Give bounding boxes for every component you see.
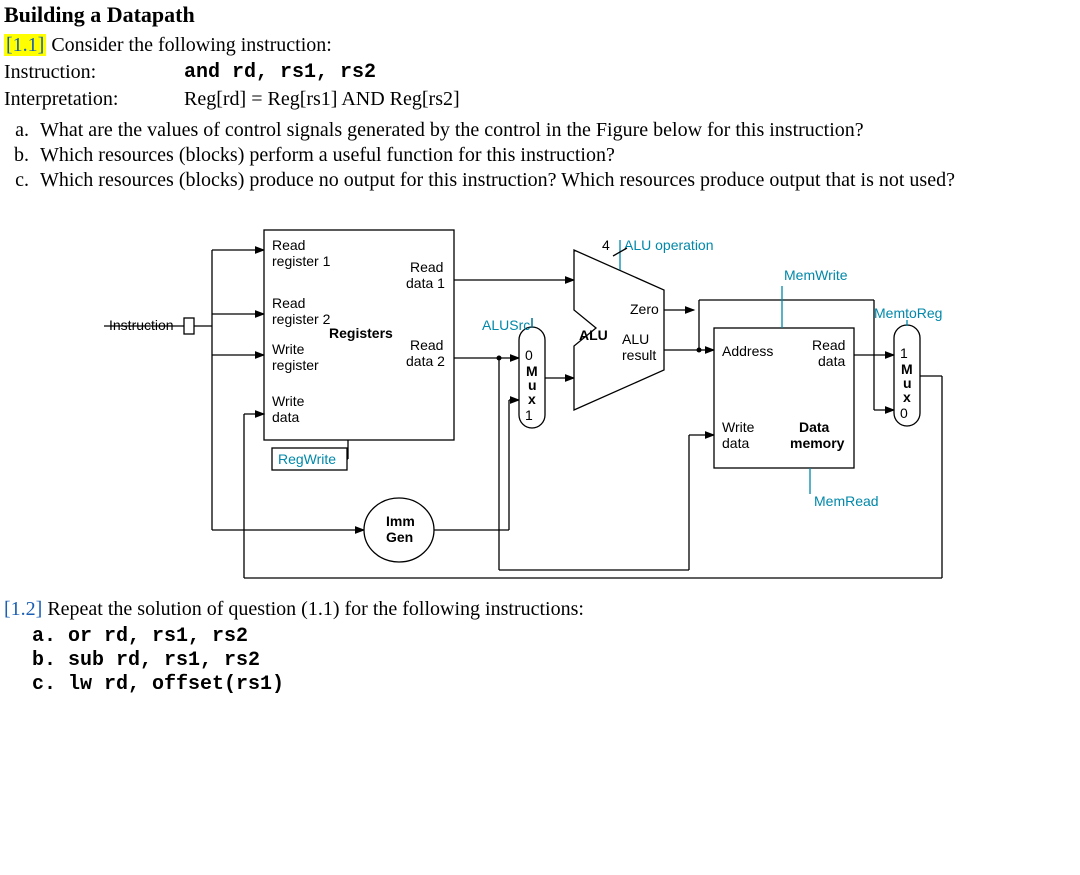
alu-zero-label: Zero (630, 301, 659, 317)
reg-read-data1-a: Read (410, 259, 443, 275)
instruction-code: and rd, rs1, rs2 (184, 61, 376, 84)
reg-write-reg-a: Write (272, 341, 305, 357)
instruction-label: Instruction: (4, 61, 184, 84)
qnum-1-1: [1.1] (4, 34, 46, 56)
interpretation-row: Interpretation: Reg[rd] = Reg[rs1] AND R… (4, 88, 1076, 111)
mux2-in1: 1 (900, 345, 908, 361)
q1-a: What are the values of control signals g… (34, 119, 1076, 142)
register-file-title: Registers (329, 325, 393, 341)
qnum-1-2: [1.2] (4, 598, 42, 620)
q1-c: Which resources (blocks) produce no outp… (34, 169, 1076, 192)
mem-write-data-1: Write (722, 419, 755, 435)
question-1-2: [1.2] Repeat the solution of question (1… (4, 598, 1076, 621)
imm-gen-label-2: Gen (386, 529, 413, 545)
mux2-in0: 0 (900, 405, 908, 421)
q2-lead: Repeat the solution of question (1.1) fo… (47, 598, 584, 620)
regwrite-signal: RegWrite (278, 451, 336, 467)
memwrite-signal: MemWrite (784, 267, 848, 283)
mux1-in0: 0 (525, 347, 533, 363)
alusrc-signal: ALUSrc (482, 317, 530, 333)
q2-a: a. or rd, rs1, rs2 (32, 625, 1076, 648)
data-memory-title-2: memory (790, 435, 845, 451)
reg-read-data2-a: Read (410, 337, 443, 353)
reg-write-data-a: Write (272, 393, 305, 409)
alu-label: ALU (579, 327, 608, 343)
mem-address-label: Address (722, 343, 773, 359)
q1-b: Which resources (blocks) perform a usefu… (34, 144, 1076, 167)
reg-write-reg-b: register (272, 357, 319, 373)
q2-b: b. sub rd, rs1, rs2 (32, 649, 1076, 672)
memread-signal: MemRead (814, 493, 879, 509)
reg-read-data2-b: data 2 (406, 353, 445, 369)
question-1-1: [1.1] Consider the following instruction… (4, 34, 1076, 57)
alu-result-label-1: ALU (622, 331, 649, 347)
interpretation-label: Interpretation: (4, 88, 184, 111)
mem-write-data-2: data (722, 435, 749, 451)
interpretation-text: Reg[rd] = Reg[rs1] AND Reg[rs2] (184, 88, 460, 111)
imm-gen-label-1: Imm (386, 513, 415, 529)
mux2-x: x (903, 389, 911, 405)
reg-read-reg1-a: Read (272, 237, 305, 253)
alu-operation-signal: ALU operation (624, 237, 714, 253)
reg-read-data1-b: data 1 (406, 275, 445, 291)
reg-read-reg1-b: register 1 (272, 253, 331, 269)
reg-write-data-b: data (272, 409, 299, 425)
mem-read-data-1: Read (812, 337, 845, 353)
memtoreg-signal: MemtoReg (874, 305, 942, 321)
data-memory-title-1: Data (799, 419, 830, 435)
mux1-x: x (528, 391, 536, 407)
datapath-diagram: Instruction Read register 1 Read registe… (104, 210, 1076, 580)
page-title: Building a Datapath (4, 2, 1076, 28)
alu-result-label-2: result (622, 347, 656, 363)
instruction-row: Instruction: and rd, rs1, rs2 (4, 61, 1076, 84)
instruction-label-diagram: Instruction (109, 317, 174, 333)
q2-instruction-list: a. or rd, rs1, rs2 b. sub rd, rs1, rs2 c… (32, 625, 1076, 696)
q2-c: c. lw rd, offset(rs1) (32, 673, 1076, 696)
reg-read-reg2-a: Read (272, 295, 305, 311)
reg-read-reg2-b: register 2 (272, 311, 331, 327)
alu-op-width: 4 (602, 237, 610, 253)
mux1-in1: 1 (525, 407, 533, 423)
q1-lead: Consider the following instruction: (51, 34, 332, 56)
question-list: What are the values of control signals g… (34, 119, 1076, 192)
mem-read-data-2: data (818, 353, 845, 369)
